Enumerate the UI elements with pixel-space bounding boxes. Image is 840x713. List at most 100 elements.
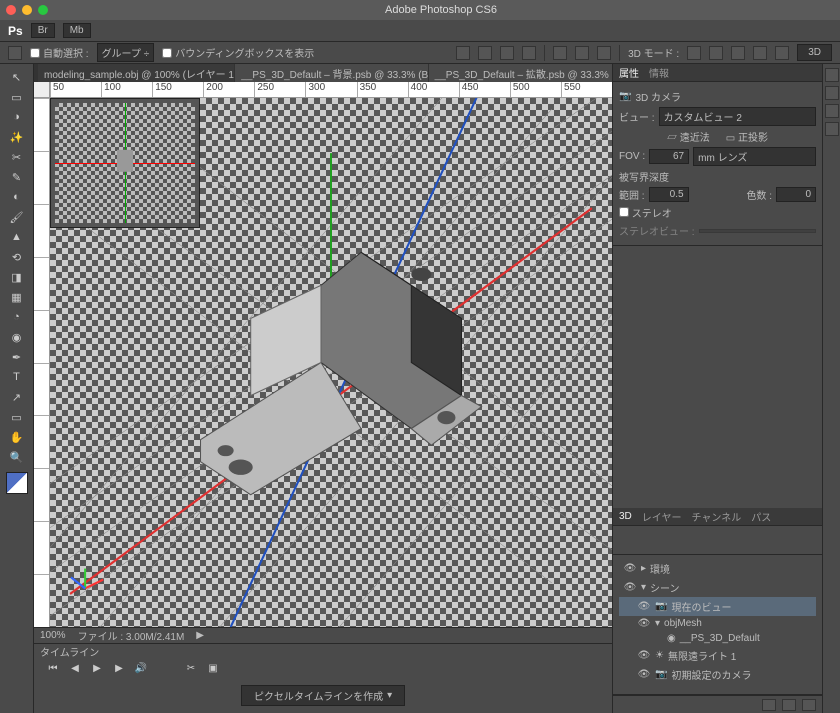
vertical-ruler[interactable] (34, 98, 50, 627)
ortho-icon[interactable]: ▭ (726, 133, 735, 144)
document-tab[interactable]: modeling_sample.obj @ 100% (レイヤー 1, RGB/… (38, 64, 234, 82)
distribute-icon[interactable] (597, 46, 611, 60)
transition-button[interactable]: ▣ (206, 661, 220, 675)
3d-rotate-icon[interactable] (687, 46, 701, 60)
tab-paths[interactable]: パス (751, 509, 771, 524)
scene-node[interactable]: 👁▾ シーン (619, 578, 816, 597)
dist-field[interactable]: 0.5 (649, 187, 689, 202)
3d-roll-icon[interactable] (709, 46, 723, 60)
zoom-level[interactable]: 100% (40, 630, 66, 641)
align-icon[interactable] (456, 46, 470, 60)
scene-node[interactable]: ◉ __PS_3D_Default (619, 631, 816, 646)
delete-icon[interactable] (802, 699, 816, 711)
color-swatch[interactable] (6, 472, 28, 494)
tab-3d[interactable]: 3D (619, 511, 632, 522)
type-tool[interactable]: T (7, 368, 27, 386)
bridge-button[interactable]: Br (31, 23, 55, 38)
crop-tool[interactable]: ✂ (7, 148, 27, 166)
filter-all-icon[interactable] (619, 533, 635, 547)
next-frame-button[interactable]: ▶ (112, 661, 126, 675)
wand-tool[interactable]: ✨ (7, 128, 27, 146)
lasso-tool[interactable]: ◑ (7, 108, 27, 126)
tab-info[interactable]: 情報 (649, 65, 669, 80)
3d-pan-icon[interactable] (731, 46, 745, 60)
brush-tool[interactable]: 🖌 (7, 208, 27, 226)
zoom-tool[interactable]: 🔍 (7, 448, 27, 466)
first-frame-button[interactable]: ⏮ (46, 661, 60, 675)
timeline-title[interactable]: タイムライン (40, 644, 99, 659)
secondary-view[interactable] (50, 98, 200, 228)
fov-field[interactable]: 67 (649, 149, 689, 164)
blur-tool[interactable]: ◔ (7, 308, 27, 326)
align-icon[interactable] (522, 46, 536, 60)
swatches-panel-icon[interactable] (825, 86, 839, 100)
eye-icon[interactable]: 👁 (623, 582, 637, 593)
align-icon[interactable] (478, 46, 492, 60)
perspective-icon[interactable]: ▱ (667, 133, 677, 144)
eye-icon[interactable]: 👁 (623, 563, 637, 574)
fov-unit-dropdown[interactable]: mm レンズ (693, 147, 816, 166)
view-dropdown[interactable]: カスタムビュー 2 (659, 107, 816, 126)
distribute-icon[interactable] (575, 46, 589, 60)
horizontal-ruler[interactable]: 50100150200250300350400450500550 (34, 82, 612, 98)
pen-tool[interactable]: ✒ (7, 348, 27, 366)
eraser-tool[interactable]: ◨ (7, 268, 27, 286)
eye-icon[interactable]: 👁 (637, 618, 651, 629)
auto-select-mode[interactable]: グループ ÷ (97, 43, 155, 62)
eyedropper-tool[interactable]: ✎ (7, 168, 27, 186)
file-info[interactable]: ファイル : 3.00M/2.41M (78, 628, 185, 643)
play-button[interactable]: ▶ (90, 661, 104, 675)
auto-select-checkbox[interactable]: 自動選択 : (30, 45, 89, 60)
new-light-icon[interactable] (782, 699, 796, 711)
app-logo[interactable]: Ps (8, 24, 23, 38)
gradient-tool[interactable]: ▦ (7, 288, 27, 306)
dodge-tool[interactable]: ◉ (7, 328, 27, 346)
bbox-checkbox[interactable]: バウンディングボックスを表示 (162, 45, 314, 60)
3d-scale-icon[interactable] (775, 46, 789, 60)
scene-node[interactable]: 👁📷 現在のビュー (619, 597, 816, 616)
adjustments-panel-icon[interactable] (825, 104, 839, 118)
move-tool[interactable]: ↖ (7, 68, 27, 86)
tab-channels[interactable]: チャンネル (692, 509, 742, 524)
zoom-icon[interactable] (38, 5, 48, 15)
history-tool[interactable]: ⟲ (7, 248, 27, 266)
hand-tool[interactable]: ✋ (7, 428, 27, 446)
styles-panel-icon[interactable] (825, 122, 839, 136)
create-timeline-button[interactable]: ピクセルタイムラインを作成▾ (241, 685, 405, 706)
heal-tool[interactable]: ◐ (7, 188, 27, 206)
shape-tool[interactable]: ▭ (7, 408, 27, 426)
close-icon[interactable] (6, 5, 16, 15)
document-tab[interactable]: __PS_3D_Default – 拡散.psb @ 33.3% (レイヤ...… (429, 64, 612, 82)
render-icon[interactable] (762, 699, 776, 711)
filter-light-icon[interactable] (679, 533, 695, 547)
chevron-right-icon[interactable]: ▶ (196, 630, 204, 641)
move-tool-icon[interactable] (8, 46, 22, 60)
workspace-switcher[interactable]: 3D (797, 44, 832, 61)
prev-frame-button[interactable]: ◀ (68, 661, 82, 675)
stamp-tool[interactable]: ▲ (7, 228, 27, 246)
stereo-checkbox[interactable]: ステレオ (619, 205, 672, 220)
color-panel-icon[interactable] (825, 68, 839, 82)
audio-button[interactable]: 🔊 (134, 661, 148, 675)
distribute-icon[interactable] (553, 46, 567, 60)
split-button[interactable]: ✂ (184, 661, 198, 675)
depth-field[interactable]: 0 (776, 187, 816, 202)
filter-material-icon[interactable] (659, 533, 675, 547)
tab-layers[interactable]: レイヤー (642, 509, 682, 524)
scene-node[interactable]: 👁📷 初期設定のカメラ (619, 665, 816, 684)
document-tab[interactable]: __PS_3D_Default – 背景.psb @ 33.3% (BG, RG… (235, 64, 427, 82)
scene-node[interactable]: 👁▾ objMesh (619, 616, 816, 631)
eye-icon[interactable]: 👁 (637, 650, 651, 661)
filter-mesh-icon[interactable] (639, 533, 655, 547)
tab-properties[interactable]: 属性 (619, 65, 639, 80)
3d-slide-icon[interactable] (753, 46, 767, 60)
3d-viewport[interactable] (50, 98, 612, 627)
mini-bridge-button[interactable]: Mb (63, 23, 91, 38)
eye-icon[interactable]: 👁 (637, 601, 651, 612)
path-tool[interactable]: ↗ (7, 388, 27, 406)
scene-node[interactable]: 👁▸ 環境 (619, 559, 816, 578)
marquee-tool[interactable]: ▭ (7, 88, 27, 106)
align-icon[interactable] (500, 46, 514, 60)
eye-icon[interactable]: 👁 (637, 669, 651, 680)
scene-node[interactable]: 👁☀ 無限遠ライト 1 (619, 646, 816, 665)
